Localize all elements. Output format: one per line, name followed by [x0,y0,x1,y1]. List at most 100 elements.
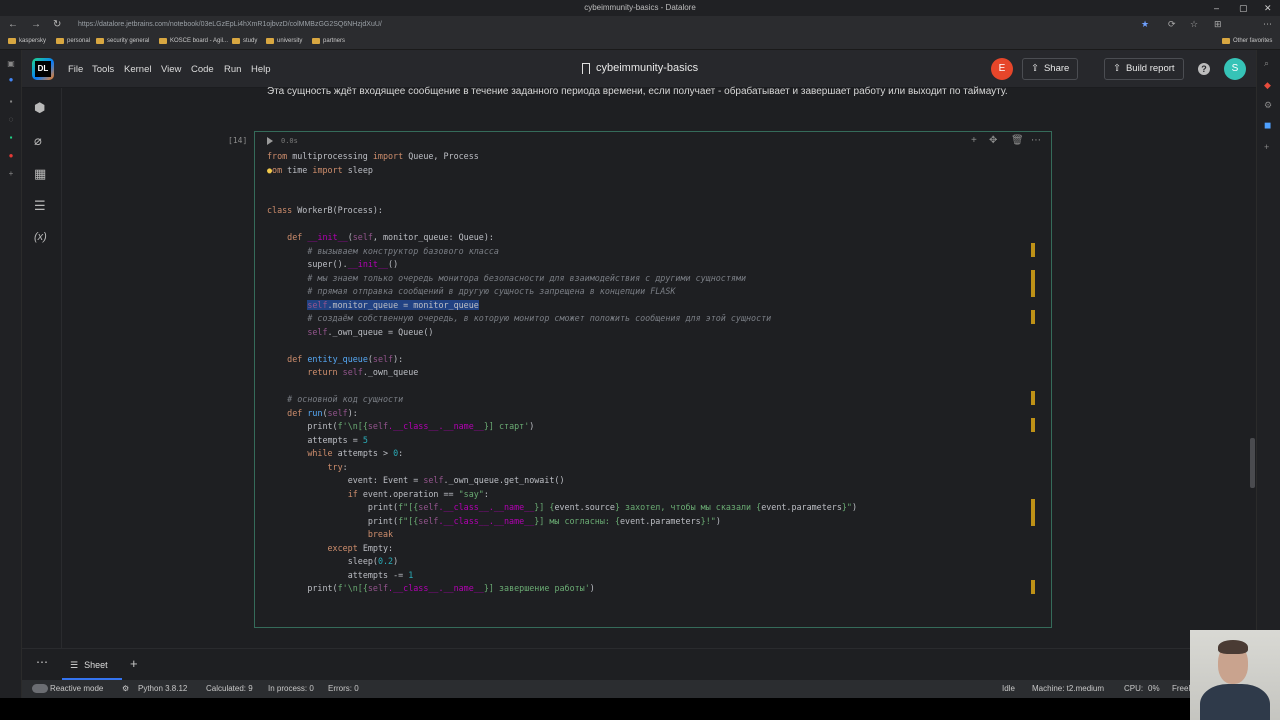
notebook-title[interactable]: cybeimmunity-basics [582,62,698,74]
presenter-hair [1218,640,1248,654]
code-line: print(f'\n[{self.__class__.__name__}] за… [307,583,595,593]
cell-more-icon[interactable]: ⋯ [1031,135,1041,146]
outlook-icon[interactable]: ◼ [1264,120,1271,131]
code-line: # создаём собственную очередь, в которую… [307,313,772,323]
add-sidebar-icon[interactable]: + [1264,142,1269,152]
python-gear-icon[interactable]: ⚙ [122,684,129,693]
run-cell-icon[interactable] [267,137,273,145]
bookmark-item[interactable]: university [266,38,302,44]
window-title: cybeimmunity-basics - Datalore [584,3,696,12]
reactive-mode-toggle[interactable] [32,684,48,693]
tab-icon[interactable]: ▪ [7,134,15,142]
in-process-count: In process: 0 [268,684,314,693]
close-window-icon[interactable]: ✕ [1264,0,1272,16]
refresh-icon[interactable]: ⟳ [1168,19,1176,30]
tab-icon[interactable]: ● [7,152,15,160]
attachment-icon[interactable]: ⌀ [34,133,42,149]
python-version[interactable]: Python 3.8.12 [138,684,187,693]
change-marker [1031,270,1035,297]
url-input[interactable]: https://datalore.jetbrains.com/notebook/… [78,19,1068,31]
code-line: super().__init__() [307,259,399,269]
change-marker [1031,310,1035,324]
bookmark-item[interactable]: partners [312,38,345,44]
tab-sheet[interactable]: ☰ Sheet [62,657,122,680]
search-icon[interactable]: ⌕ [1264,58,1269,69]
delete-cell-icon[interactable]: 🗑 [1011,135,1024,146]
screen-bottom-strip [0,698,1280,720]
change-marker [1031,418,1035,432]
code-cell[interactable]: 0.0s + ✥ 🗑 ⋯ from multiprocessing import… [254,131,1052,628]
add-cell-icon[interactable]: + [971,135,977,146]
chip-icon[interactable]: ▦ [34,166,46,182]
menu-tools[interactable]: Tools [92,64,114,75]
code-line: attempts -= 1 [347,569,414,580]
change-marker [1031,391,1035,405]
tab-icon[interactable]: ◌ [7,116,15,124]
minimize-icon[interactable]: – [1214,0,1219,16]
sheets-bar: ⋯ ☰ Sheet + [22,648,1256,680]
menu-view[interactable]: View [161,64,181,75]
menu-run[interactable]: Run [224,64,241,75]
bookmark-item[interactable]: security general [96,38,149,44]
code-line: return self._own_queue [307,367,419,377]
tools-icon[interactable]: ⚙ [1264,100,1272,111]
add-sheet-button[interactable]: + [130,656,138,671]
code-line: except Empty: [327,542,394,553]
more-options-icon[interactable]: ⋯ [36,655,48,669]
menu-help[interactable]: Help [251,64,271,75]
code-line: print(f"[{self.__class__.__name__}] мы с… [367,515,721,526]
bookmark-item[interactable]: kaspersky [8,38,46,44]
cube-icon[interactable]: ⬢ [34,100,45,116]
add-tab-icon[interactable]: + [7,170,15,178]
code-line: # прямая отправка сообщений в другую сущ… [307,286,676,296]
code-editor[interactable]: from multiprocessing import Queue, Proce… [267,150,857,596]
calculated-count: Calculated: 9 [206,684,253,693]
back-icon[interactable]: ← [8,19,18,30]
code-line: self.monitor_queue = monitor_queue [307,299,479,310]
bookmark-item[interactable]: personal [56,38,90,44]
build-report-button[interactable]: ⇧ Build report [1104,58,1184,80]
code-line: print(f'\n[{self.__class__.__name__}] ст… [307,421,535,431]
code-line: self._own_queue = Queue() [307,326,434,337]
shopping-icon[interactable]: ◆ [1264,80,1271,91]
bookmark-item[interactable]: study [232,38,257,44]
forward-icon[interactable]: → [31,19,41,30]
tab-icon[interactable]: ▣ [7,60,15,68]
tab-icon[interactable]: ● [7,76,15,84]
code-line: print(f"[{self.__class__.__name__}] {eve… [367,502,858,512]
kernel-state: Idle [1002,684,1015,693]
bookmark-item[interactable]: KOSCE board - Agil... [159,38,228,44]
browser-menu-icon[interactable]: ⋯ [1263,19,1272,30]
markdown-cell-text: Эта сущность ждёт входящее сообщение в т… [267,86,1008,97]
code-line: attempts = 5 [307,434,368,445]
machine-type[interactable]: Machine: t2.medium [1032,684,1104,693]
tab-icon[interactable]: ▪ [7,98,15,106]
menu-kernel[interactable]: Kernel [124,64,151,75]
presenter-body [1200,684,1270,720]
avatar[interactable]: S [1224,58,1246,80]
share-icon: ⇪ [1031,63,1039,74]
move-cell-icon[interactable]: ✥ [989,135,997,146]
bookmark-other-favorites[interactable]: Other favorites [1222,38,1272,44]
help-icon[interactable]: ? [1198,63,1210,75]
variables-icon[interactable]: (x) [34,231,47,243]
maximize-icon[interactable]: ▢ [1239,0,1248,16]
change-marker [1031,499,1035,526]
extensions-icon[interactable]: ⊞ [1214,19,1222,30]
code-line: # мы знаем только очередь монитора безоп… [307,272,747,283]
bookmark-icon[interactable] [582,62,590,74]
errors-count: Errors: 0 [328,684,359,693]
outline-icon[interactable]: ☰ [34,198,46,214]
cell-execution-count: [14] [228,136,248,145]
share-button[interactable]: ⇪ Share [1022,58,1079,80]
scrollbar-thumb[interactable] [1250,438,1255,488]
menu-file[interactable]: File [68,64,83,75]
menu-code[interactable]: Code [191,64,214,75]
datalore-logo[interactable]: DL [32,58,54,80]
favorite-star-icon[interactable]: ★ [1141,19,1149,30]
collections-icon[interactable]: ☆ [1190,19,1198,30]
reload-icon[interactable]: ↻ [53,19,61,30]
code-line: class WorkerB(Process): [267,205,383,215]
avatar[interactable]: E [991,58,1013,80]
code-line: # основной код сущности [287,394,404,404]
